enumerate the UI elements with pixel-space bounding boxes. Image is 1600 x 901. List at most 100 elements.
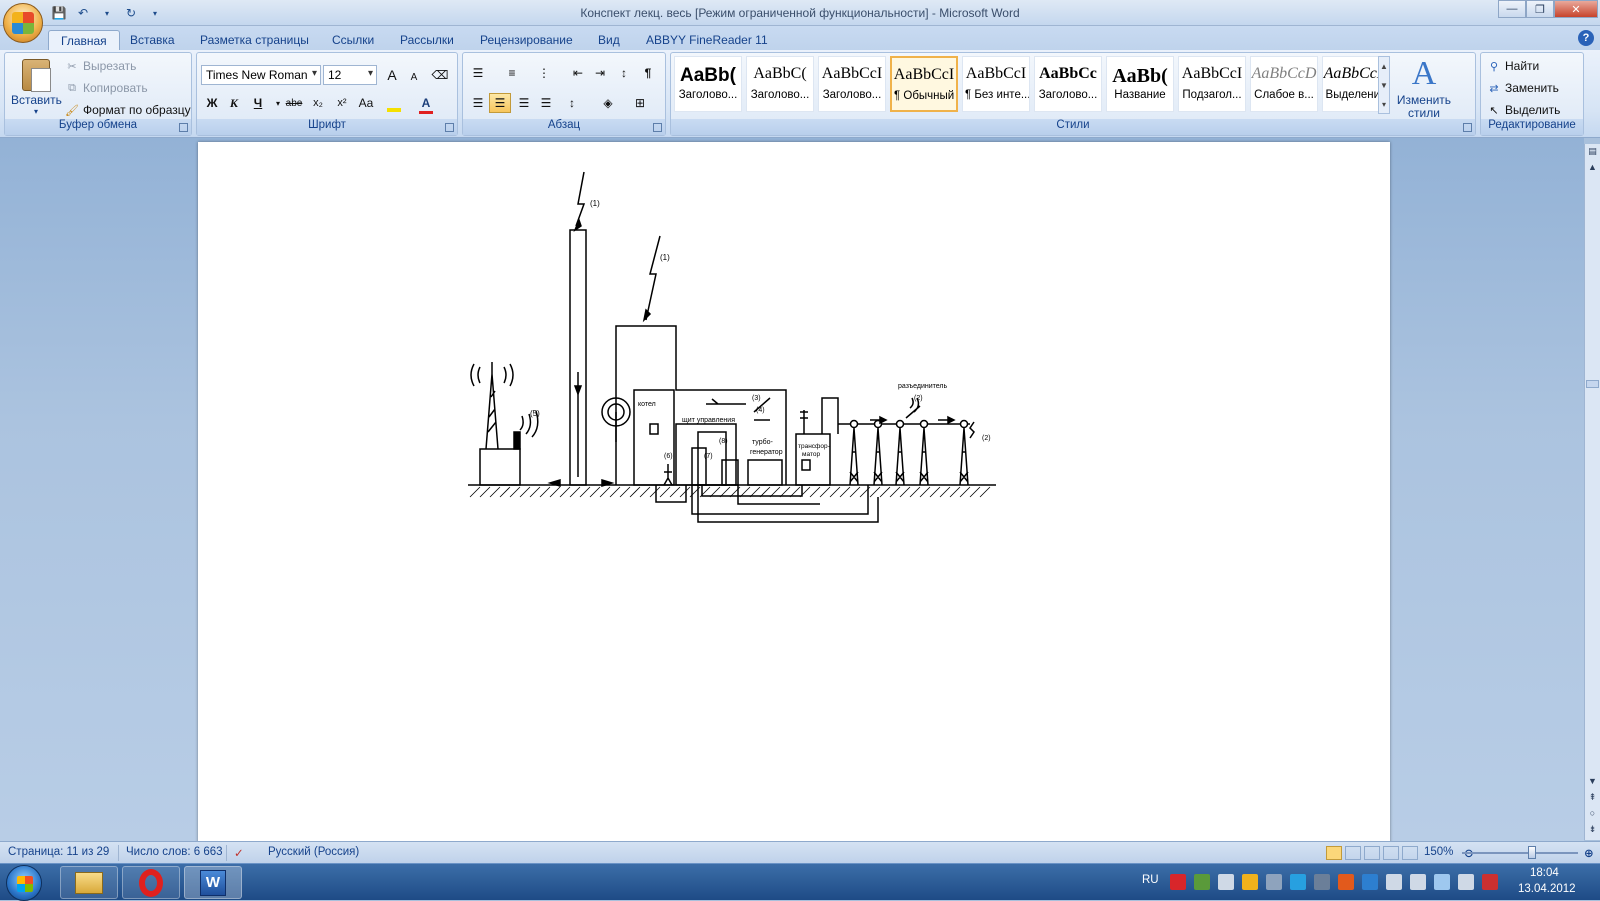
font-family-select[interactable]: Times New Roman — [201, 65, 321, 85]
scroll-down-icon[interactable]: ▼ — [1585, 776, 1600, 790]
clock-date[interactable]: 13.04.2012 — [1518, 883, 1576, 895]
strikethrough-button[interactable]: abe — [283, 93, 305, 113]
italic-button[interactable]: К — [223, 93, 245, 113]
scroll-thumb[interactable] — [1586, 380, 1599, 388]
shading-icon[interactable]: ◈ — [597, 93, 619, 113]
opera-taskbar-button[interactable] — [122, 866, 180, 899]
minimize-button[interactable]: — — [1498, 0, 1526, 18]
draft-icon[interactable] — [1402, 846, 1418, 860]
network-icon[interactable] — [1434, 874, 1450, 890]
align-center-icon[interactable]: ☰ — [489, 93, 511, 113]
align-right-icon[interactable]: ☰ — [513, 93, 535, 113]
ruler-toggle-icon[interactable]: ▤ — [1585, 146, 1600, 160]
print-layout-icon[interactable] — [1326, 846, 1342, 860]
maximize-button[interactable]: ❐ — [1526, 0, 1554, 18]
bold-button[interactable]: Ж — [201, 93, 223, 113]
next-page-icon[interactable]: ⇟ — [1585, 824, 1600, 838]
styles-launcher-icon[interactable] — [1463, 123, 1472, 132]
sort-icon[interactable]: ↕ — [613, 63, 635, 83]
monitor-icon[interactable] — [1266, 874, 1282, 890]
folder-tray-icon[interactable] — [1242, 874, 1258, 890]
clear-format-icon[interactable]: ⌫ — [429, 65, 451, 85]
highlight-icon[interactable] — [383, 93, 405, 113]
explorer-taskbar-button[interactable] — [60, 866, 118, 899]
select-button[interactable]: ↖ Выделить — [1487, 103, 1560, 117]
word-taskbar-button[interactable]: W — [184, 866, 242, 899]
tab-page-layout[interactable]: Разметка страницы — [188, 30, 321, 50]
browse-object-icon[interactable]: ○ — [1585, 808, 1600, 822]
antivirus-icon[interactable] — [1170, 874, 1186, 890]
tab-review[interactable]: Рецензирование — [468, 30, 585, 50]
clipboard-launcher-icon[interactable] — [179, 123, 188, 132]
zoom-slider-thumb[interactable] — [1528, 846, 1536, 859]
tab-mailings[interactable]: Рассылки — [388, 30, 466, 50]
action-center-icon[interactable] — [1410, 874, 1426, 890]
style-item[interactable]: AaBbCcI Заголово... — [818, 56, 886, 112]
shrink-font-button[interactable]: A — [403, 67, 425, 87]
line-spacing-icon[interactable]: ↕ — [561, 93, 583, 113]
superscript-button[interactable]: x² — [331, 93, 353, 113]
decrease-indent-icon[interactable]: ⇤ — [567, 63, 589, 83]
document-page[interactable]: (5) (1) (1) котел щит управления (3) (4)… — [198, 142, 1390, 841]
justify-icon[interactable]: ☰ — [535, 93, 557, 113]
bullets-icon[interactable]: ☰ — [467, 63, 489, 83]
vertical-scrollbar[interactable]: ▤ ▲ ▼ ⇞ ○ ⇟ — [1584, 144, 1600, 840]
language-tray[interactable]: RU — [1142, 874, 1159, 886]
spellcheck-icon[interactable]: ✓ — [234, 846, 244, 860]
copy-button[interactable]: ⧉ Копировать — [65, 81, 148, 95]
office-button[interactable] — [3, 3, 43, 43]
device-icon[interactable] — [1218, 874, 1234, 890]
style-item[interactable]: AaBbCcI Подзагол... — [1178, 56, 1246, 112]
tab-home[interactable]: Главная — [48, 30, 120, 50]
keyboard-icon[interactable] — [1314, 874, 1330, 890]
start-button[interactable] — [6, 865, 42, 901]
underline-button[interactable]: Ч — [247, 93, 269, 113]
style-item-selected[interactable]: AaBbCcI ¶ Обычный — [890, 56, 958, 112]
numbering-icon[interactable]: ≡ — [501, 63, 523, 83]
font-color-icon[interactable]: A — [415, 93, 437, 113]
tray-app-icon[interactable] — [1194, 874, 1210, 890]
outline-icon[interactable] — [1383, 846, 1399, 860]
help-tray-icon[interactable] — [1290, 874, 1306, 890]
style-item[interactable]: AaBbCcD Слабое в... — [1250, 56, 1318, 112]
help-icon[interactable]: ? — [1578, 30, 1594, 46]
grow-font-button[interactable]: A — [381, 65, 403, 85]
display-icon[interactable] — [1386, 874, 1402, 890]
change-case-button[interactable]: Aa — [355, 93, 377, 113]
page-indicator[interactable]: Страница: 11 из 29 — [8, 846, 109, 858]
gallery-scroll[interactable]: ▲ ▼ ▾ — [1378, 56, 1390, 114]
zoom-slider[interactable] — [1462, 852, 1578, 854]
style-item[interactable]: AaBbC( Заголово... — [746, 56, 814, 112]
cut-button[interactable]: ✂ Вырезать — [65, 59, 136, 73]
align-left-icon[interactable]: ☰ — [467, 93, 489, 113]
tab-insert[interactable]: Вставка — [118, 30, 187, 50]
prev-page-icon[interactable]: ⇞ — [1585, 792, 1600, 806]
tab-abbyy[interactable]: ABBYY FineReader 11 — [634, 30, 780, 50]
multilevel-list-icon[interactable]: ⋮ — [533, 63, 555, 83]
style-item[interactable]: AaBbCcI ¶ Без инте... — [962, 56, 1030, 112]
font-launcher-icon[interactable] — [445, 123, 454, 132]
bluetooth-icon[interactable] — [1362, 874, 1378, 890]
font-size-select[interactable]: 12 — [323, 65, 377, 85]
tab-view[interactable]: Вид — [586, 30, 632, 50]
increase-indent-icon[interactable]: ⇥ — [589, 63, 611, 83]
style-item[interactable]: AaBb( Заголово... — [674, 56, 742, 112]
word-count[interactable]: Число слов: 6 663 — [126, 846, 223, 858]
tab-references[interactable]: Ссылки — [320, 30, 386, 50]
paragraph-launcher-icon[interactable] — [653, 123, 662, 132]
language-indicator[interactable]: Русский (Россия) — [268, 846, 359, 858]
find-button[interactable]: ⚲ Найти — [1487, 59, 1539, 73]
speaker-muted-icon[interactable] — [1338, 874, 1354, 890]
paste-button[interactable]: Вставить ▾ — [11, 57, 62, 119]
web-layout-icon[interactable] — [1364, 846, 1380, 860]
subscript-button[interactable]: x₂ — [307, 93, 329, 113]
format-painter-button[interactable]: 🖌 Формат по образцу — [65, 103, 191, 117]
flag-alert-icon[interactable] — [1482, 874, 1498, 890]
zoom-level[interactable]: 150% — [1424, 846, 1453, 858]
borders-icon[interactable]: ⊞ — [629, 93, 651, 113]
style-item[interactable]: AaBbCc Заголово... — [1034, 56, 1102, 112]
full-screen-reading-icon[interactable] — [1345, 846, 1361, 860]
change-styles-button[interactable]: A Изменить стили — [1394, 54, 1454, 120]
show-marks-icon[interactable]: ¶ — [637, 63, 659, 83]
replace-button[interactable]: ⇄ Заменить — [1487, 81, 1559, 95]
